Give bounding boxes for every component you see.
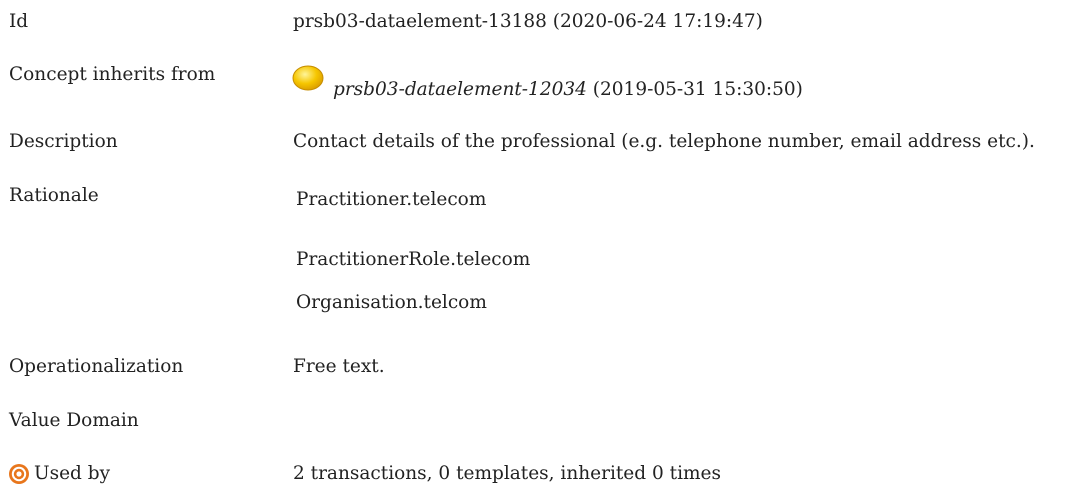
used-by-label: Used by (34, 463, 111, 484)
rationale-label: Rationale (9, 185, 99, 206)
inherits-value: prsb03-dataelement-12034 (2019-05-31 15:… (333, 79, 803, 101)
rationale-line: Organisation.telcom (296, 292, 487, 313)
inherits-link[interactable]: prsb03-dataelement-12034 (333, 79, 587, 100)
operationalization-value: Free text. (293, 356, 385, 377)
used-by-value: 2 transactions, 0 templates, inherited 0… (293, 463, 721, 484)
description-label: Description (9, 131, 118, 152)
value-domain-label: Value Domain (9, 410, 139, 431)
id-label: Id (9, 11, 29, 32)
description-value: Contact details of the professional (e.g… (293, 131, 1035, 152)
inherits-label: Concept inherits from (9, 64, 216, 85)
target-icon (9, 464, 29, 484)
id-value: prsb03-dataelement-13188 (2020-06-24 17:… (293, 11, 763, 32)
sun-icon (292, 65, 324, 91)
rationale-line: Practitioner.telecom (296, 189, 487, 210)
operationalization-label: Operationalization (9, 356, 184, 377)
inherits-timestamp: (2019-05-31 15:30:50) (592, 79, 803, 100)
rationale-line: PractitionerRole.telecom (296, 249, 531, 270)
